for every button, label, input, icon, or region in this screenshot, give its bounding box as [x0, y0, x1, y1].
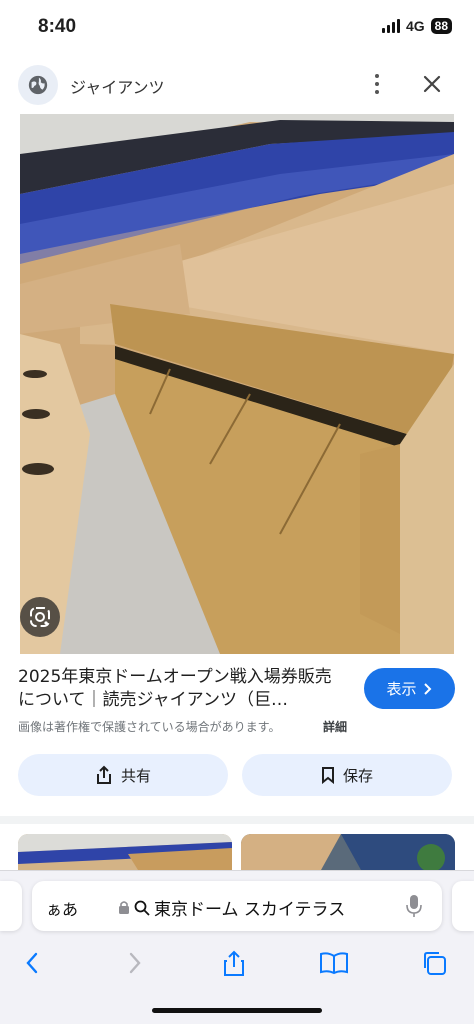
status-indicators: 4G 88	[381, 18, 452, 34]
network-type: 4G	[405, 18, 425, 34]
related-image-thumbnail[interactable]	[18, 834, 232, 870]
chevron-left-icon	[26, 952, 38, 974]
result-image[interactable]	[20, 114, 454, 654]
lock-icon	[119, 901, 129, 914]
book-icon	[320, 952, 348, 975]
microphone-icon[interactable]	[406, 894, 422, 918]
close-icon[interactable]	[418, 70, 446, 98]
chevron-right-icon	[423, 682, 431, 695]
share-icon	[224, 950, 244, 976]
address-bar[interactable]: ぁあ 東京ドーム スカイテラス	[32, 881, 442, 931]
address-text-group: 東京ドーム スカイテラス	[118, 895, 345, 920]
search-icon	[134, 900, 150, 916]
forward-button[interactable]	[117, 947, 153, 979]
status-bar: 8:40 4G 88	[0, 0, 474, 56]
save-button[interactable]: 保存	[242, 754, 452, 796]
result-header: ジャイアンツ	[0, 58, 474, 114]
globe-icon	[18, 65, 58, 105]
google-lens-icon[interactable]	[20, 597, 60, 637]
battery-level: 88	[430, 18, 452, 34]
save-label: 保存	[342, 766, 373, 785]
next-tab-preview[interactable]	[452, 881, 474, 931]
site-name: ジャイアンツ	[70, 78, 165, 97]
browser-toolbar: ぁあ 東京ドーム スカイテラス	[0, 870, 474, 1024]
status-time: 8:40	[38, 16, 77, 37]
tabs-button[interactable]	[416, 947, 452, 979]
more-vert-icon[interactable]	[364, 70, 390, 98]
share-button[interactable]: 共有	[18, 754, 228, 796]
back-button[interactable]	[14, 947, 50, 979]
bookmark-icon	[321, 767, 334, 784]
address-text: 東京ドーム スカイテラス	[154, 900, 346, 920]
copyright-note: 画像は著作権で保護されている場合があります。	[18, 720, 281, 734]
previous-tab-preview[interactable]	[0, 881, 22, 931]
related-image-thumbnail[interactable]	[241, 834, 455, 870]
home-indicator	[152, 1008, 322, 1013]
share-page-button[interactable]	[216, 947, 252, 979]
share-label: 共有	[120, 766, 151, 785]
section-divider	[0, 816, 474, 824]
tabs-icon	[424, 952, 446, 975]
visit-label: 表示	[386, 680, 417, 698]
share-icon	[96, 765, 111, 784]
signal-icon	[381, 19, 400, 33]
page-settings-button[interactable]: ぁあ	[46, 896, 78, 920]
chevron-right-icon	[129, 952, 141, 974]
result-title[interactable]: 2025年東京ドームオープン戦入場券販売について｜読売ジャイアンツ（巨…	[18, 666, 348, 712]
bookmarks-button[interactable]	[316, 947, 352, 979]
visit-button[interactable]: 表示	[364, 668, 455, 709]
details-link[interactable]: 詳細	[323, 718, 347, 735]
